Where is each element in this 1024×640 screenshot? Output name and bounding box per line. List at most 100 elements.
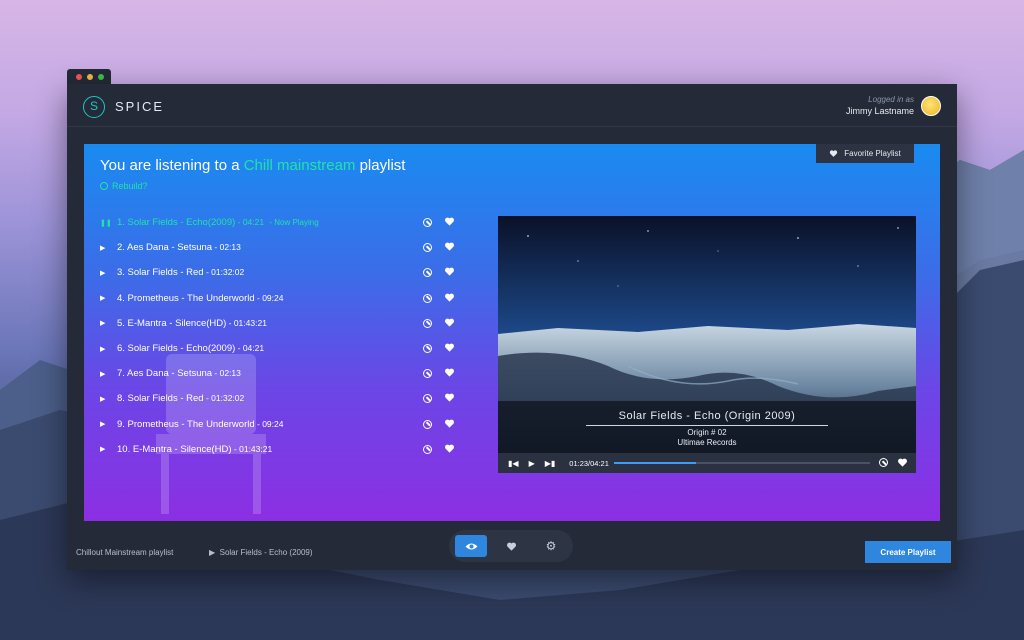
block-icon[interactable] bbox=[423, 293, 432, 303]
headline-suffix: playlist bbox=[355, 157, 406, 174]
playlist-genre[interactable]: Chill mainstream bbox=[244, 157, 356, 174]
rebuild-link[interactable]: Rebuild? bbox=[100, 181, 148, 191]
track-title: 9. Prometheus - The Underworld bbox=[117, 418, 255, 430]
heart-icon[interactable] bbox=[444, 241, 455, 252]
track-row[interactable]: ▶ 6. Solar Fields - Echo(2009) - 04:21 bbox=[100, 336, 460, 361]
track-info: 9. Prometheus - The Underworld - 09:24 bbox=[117, 419, 460, 430]
track-duration: - 04:21 bbox=[235, 217, 265, 228]
next-button[interactable]: ▶▮ bbox=[545, 459, 556, 468]
play-icon[interactable]: ▶ bbox=[100, 370, 117, 378]
view-switcher: ⚙ bbox=[449, 530, 573, 562]
video-divider bbox=[586, 425, 828, 426]
track-row[interactable]: ▶ 9. Prometheus - The Underworld - 09:24 bbox=[100, 412, 460, 437]
track-title: 1. Solar Fields - Echo(2009) bbox=[117, 217, 236, 229]
play-icon[interactable]: ▶ bbox=[100, 445, 117, 453]
video-title: Solar Fields - Echo (Origin 2009) bbox=[618, 410, 796, 422]
heart-icon bbox=[830, 150, 838, 157]
track-info: 10. E-Mantra - Silence(HD) - 01:43:21 bbox=[117, 444, 460, 455]
app-name: SPICE bbox=[115, 99, 165, 114]
previous-button[interactable]: ▮◀ bbox=[508, 459, 519, 468]
favorite-playlist-label: Favorite Playlist bbox=[844, 149, 901, 158]
track-row[interactable]: ▶ 8. Solar Fields - Red - 01:32:02 bbox=[100, 386, 460, 411]
user-name[interactable]: Jimmy Lastname bbox=[846, 106, 914, 116]
play-icon[interactable]: ▶ bbox=[100, 345, 117, 353]
progress-bar[interactable] bbox=[614, 462, 870, 464]
track-info: 6. Solar Fields - Echo(2009) - 04:21 bbox=[117, 343, 460, 354]
track-status: - Now Playing bbox=[267, 218, 319, 228]
play-icon[interactable]: ▶ bbox=[100, 244, 117, 252]
heart-icon[interactable] bbox=[897, 457, 908, 468]
play-icon[interactable]: ▶ bbox=[100, 420, 117, 428]
track-info: 3. Solar Fields - Red - 01:32:02 bbox=[117, 267, 460, 278]
video-controls: ▮◀ ▶ ▶▮ 01:23/04:21 bbox=[498, 453, 916, 473]
rebuild-label: Rebuild? bbox=[112, 181, 148, 191]
view-favorites-button[interactable] bbox=[495, 535, 527, 557]
play-icon[interactable]: ▶ bbox=[100, 395, 117, 403]
gear-icon: ⚙ bbox=[545, 539, 557, 553]
refresh-icon bbox=[100, 182, 108, 190]
create-playlist-button[interactable]: Create Playlist bbox=[865, 541, 951, 563]
track-row[interactable]: ▶ 3. Solar Fields - Red - 01:32:02 bbox=[100, 260, 460, 285]
login-caption: Logged in as bbox=[868, 95, 914, 104]
favorite-playlist-button[interactable]: Favorite Playlist bbox=[816, 144, 914, 163]
heart-icon[interactable] bbox=[444, 443, 455, 454]
heart-icon[interactable] bbox=[444, 367, 455, 378]
video-label: Ultimae Records bbox=[677, 438, 737, 447]
heart-icon[interactable] bbox=[444, 418, 455, 429]
track-row[interactable]: ▶ 5. E-Mantra - Silence(HD) - 01:43:21 bbox=[100, 311, 460, 336]
play-icon[interactable]: ▶ bbox=[100, 294, 117, 302]
footer-playlist-name[interactable]: Chillout Mainstream playlist bbox=[76, 548, 173, 557]
play-button[interactable]: ▶ bbox=[529, 459, 535, 468]
avatar[interactable] bbox=[921, 96, 941, 116]
play-icon[interactable]: ▶ bbox=[100, 319, 117, 327]
heart-icon bbox=[506, 542, 516, 551]
footer-now-playing-label: Solar Fields - Echo (2009) bbox=[219, 548, 313, 557]
track-row[interactable]: ❚❚ 1. Solar Fields - Echo(2009) - 04:21 -… bbox=[100, 210, 460, 235]
heart-icon[interactable] bbox=[444, 292, 455, 303]
maximize-window-button[interactable] bbox=[98, 74, 104, 80]
block-icon[interactable] bbox=[879, 458, 888, 467]
track-title: 2. Aes Dana - Setsuna bbox=[117, 242, 213, 254]
playlist-panel: You are listening to a Chill mainstream … bbox=[84, 144, 940, 521]
heart-icon[interactable] bbox=[444, 392, 455, 403]
track-duration: - 02:13 bbox=[212, 368, 241, 379]
track-duration: - 01:32:02 bbox=[203, 393, 245, 404]
close-window-button[interactable] bbox=[76, 74, 82, 80]
track-row[interactable]: ▶ 4. Prometheus - The Underworld - 09:24 bbox=[100, 286, 460, 311]
block-icon[interactable] bbox=[423, 343, 432, 353]
heart-icon[interactable] bbox=[444, 216, 455, 227]
track-title: 3. Solar Fields - Red bbox=[117, 267, 204, 279]
track-title: 4. Prometheus - The Underworld bbox=[117, 292, 255, 304]
progress-fill bbox=[614, 462, 696, 464]
track-duration: - 09:24 bbox=[254, 418, 284, 429]
minimize-window-button[interactable] bbox=[87, 74, 93, 80]
track-info: 4. Prometheus - The Underworld - 09:24 bbox=[117, 293, 460, 304]
track-title: 6. Solar Fields - Echo(2009) bbox=[117, 343, 236, 355]
track-row[interactable]: ▶ 2. Aes Dana - Setsuna - 02:13 bbox=[100, 235, 460, 260]
pause-icon[interactable]: ❚❚ bbox=[100, 219, 117, 227]
view-eye-button[interactable] bbox=[455, 535, 487, 557]
track-info: 2. Aes Dana - Setsuna - 02:13 bbox=[117, 242, 460, 253]
track-title: 7. Aes Dana - Setsuna bbox=[117, 368, 213, 380]
headline-prefix: You are listening to a bbox=[100, 157, 244, 174]
footer-now-playing[interactable]: ▶ Solar Fields - Echo (2009) bbox=[209, 548, 313, 557]
play-icon[interactable]: ▶ bbox=[100, 269, 117, 277]
video-subtitle: Origin # 02 bbox=[687, 428, 727, 437]
track-info: 1. Solar Fields - Echo(2009) - 04:21 - N… bbox=[117, 217, 460, 228]
track-list: ❚❚ 1. Solar Fields - Echo(2009) - 04:21 -… bbox=[100, 210, 460, 462]
track-row[interactable]: ▶ 7. Aes Dana - Setsuna - 02:13 bbox=[100, 361, 460, 386]
video-player[interactable]: Solar Fields - Echo (Origin 2009) Origin… bbox=[498, 216, 916, 473]
block-icon[interactable] bbox=[423, 444, 432, 454]
block-icon[interactable] bbox=[423, 218, 432, 227]
track-duration: - 04:21 bbox=[235, 343, 265, 354]
heart-icon[interactable] bbox=[444, 342, 455, 353]
block-icon[interactable] bbox=[423, 318, 432, 328]
track-duration: - 09:24 bbox=[254, 292, 284, 303]
track-row[interactable]: ▶ 10. E-Mantra - Silence(HD) - 01:43:21 bbox=[100, 437, 460, 462]
track-title: 5. E-Mantra - Silence(HD) bbox=[117, 317, 227, 329]
heart-icon[interactable] bbox=[444, 266, 455, 277]
heart-icon[interactable] bbox=[444, 317, 455, 328]
view-settings-button[interactable]: ⚙ bbox=[535, 535, 567, 557]
block-icon[interactable] bbox=[423, 419, 432, 429]
track-title: 8. Solar Fields - Red bbox=[117, 393, 204, 405]
